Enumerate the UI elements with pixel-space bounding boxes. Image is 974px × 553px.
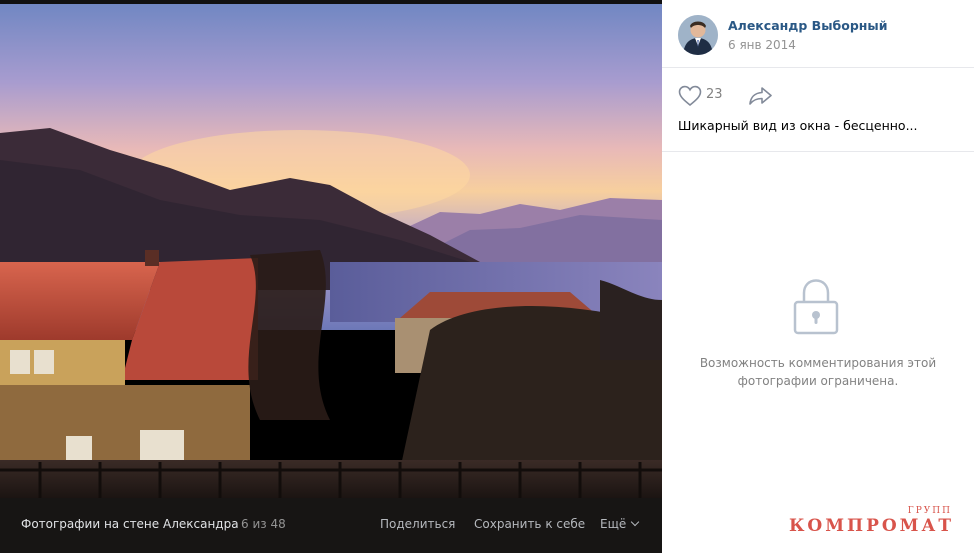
post-date[interactable]: 6 янв 2014 [728,38,796,52]
watermark-logo: ГРУПП КОМПРОМАТ [789,506,966,540]
heart-icon [678,85,702,107]
comments-restricted-message: Возможность комментирования этой фотогра… [690,354,946,390]
author-name-link[interactable]: Александр Выборный [728,18,887,33]
chevron-down-icon [631,517,640,527]
more-label: Ещё [600,517,627,531]
restricted-line-2: фотографии ограничена. [737,374,899,388]
author-header: Александр Выборный 6 янв 2014 [662,0,974,68]
divider [662,151,974,152]
share-arrow-icon [749,87,772,105]
photo-info-panel: Александр Выборный 6 янв 2014 23 Шикарны… [662,0,974,553]
photo-viewer[interactable]: Фотографии на стене Александра 6 из 48 П… [0,0,662,553]
top-strip [0,0,662,4]
repost-button[interactable] [748,85,774,111]
album-title-link[interactable]: Фотографии на стене Александра [21,517,239,531]
photo-bottom-bar: Фотографии на стене Александра 6 из 48 П… [0,498,662,553]
save-button[interactable]: Сохранить к себе [474,517,585,531]
lock-icon [793,279,839,335]
like-count: 23 [706,87,723,102]
like-button[interactable]: 23 [678,84,738,108]
landscape-photo [0,0,662,553]
photo-caption: Шикарный вид из окна - бесценно... [678,118,918,133]
watermark-top-text: ГРУПП [907,506,952,516]
more-button[interactable]: Ещё [600,517,640,531]
avatar-image [678,15,718,55]
watermark-main-text: КОМПРОМАТ [788,516,954,536]
photo-counter: 6 из 48 [241,517,286,531]
restricted-line-1: Возможность комментирования этой [699,356,937,370]
avatar[interactable] [678,15,718,55]
share-button[interactable]: Поделиться [380,517,455,531]
